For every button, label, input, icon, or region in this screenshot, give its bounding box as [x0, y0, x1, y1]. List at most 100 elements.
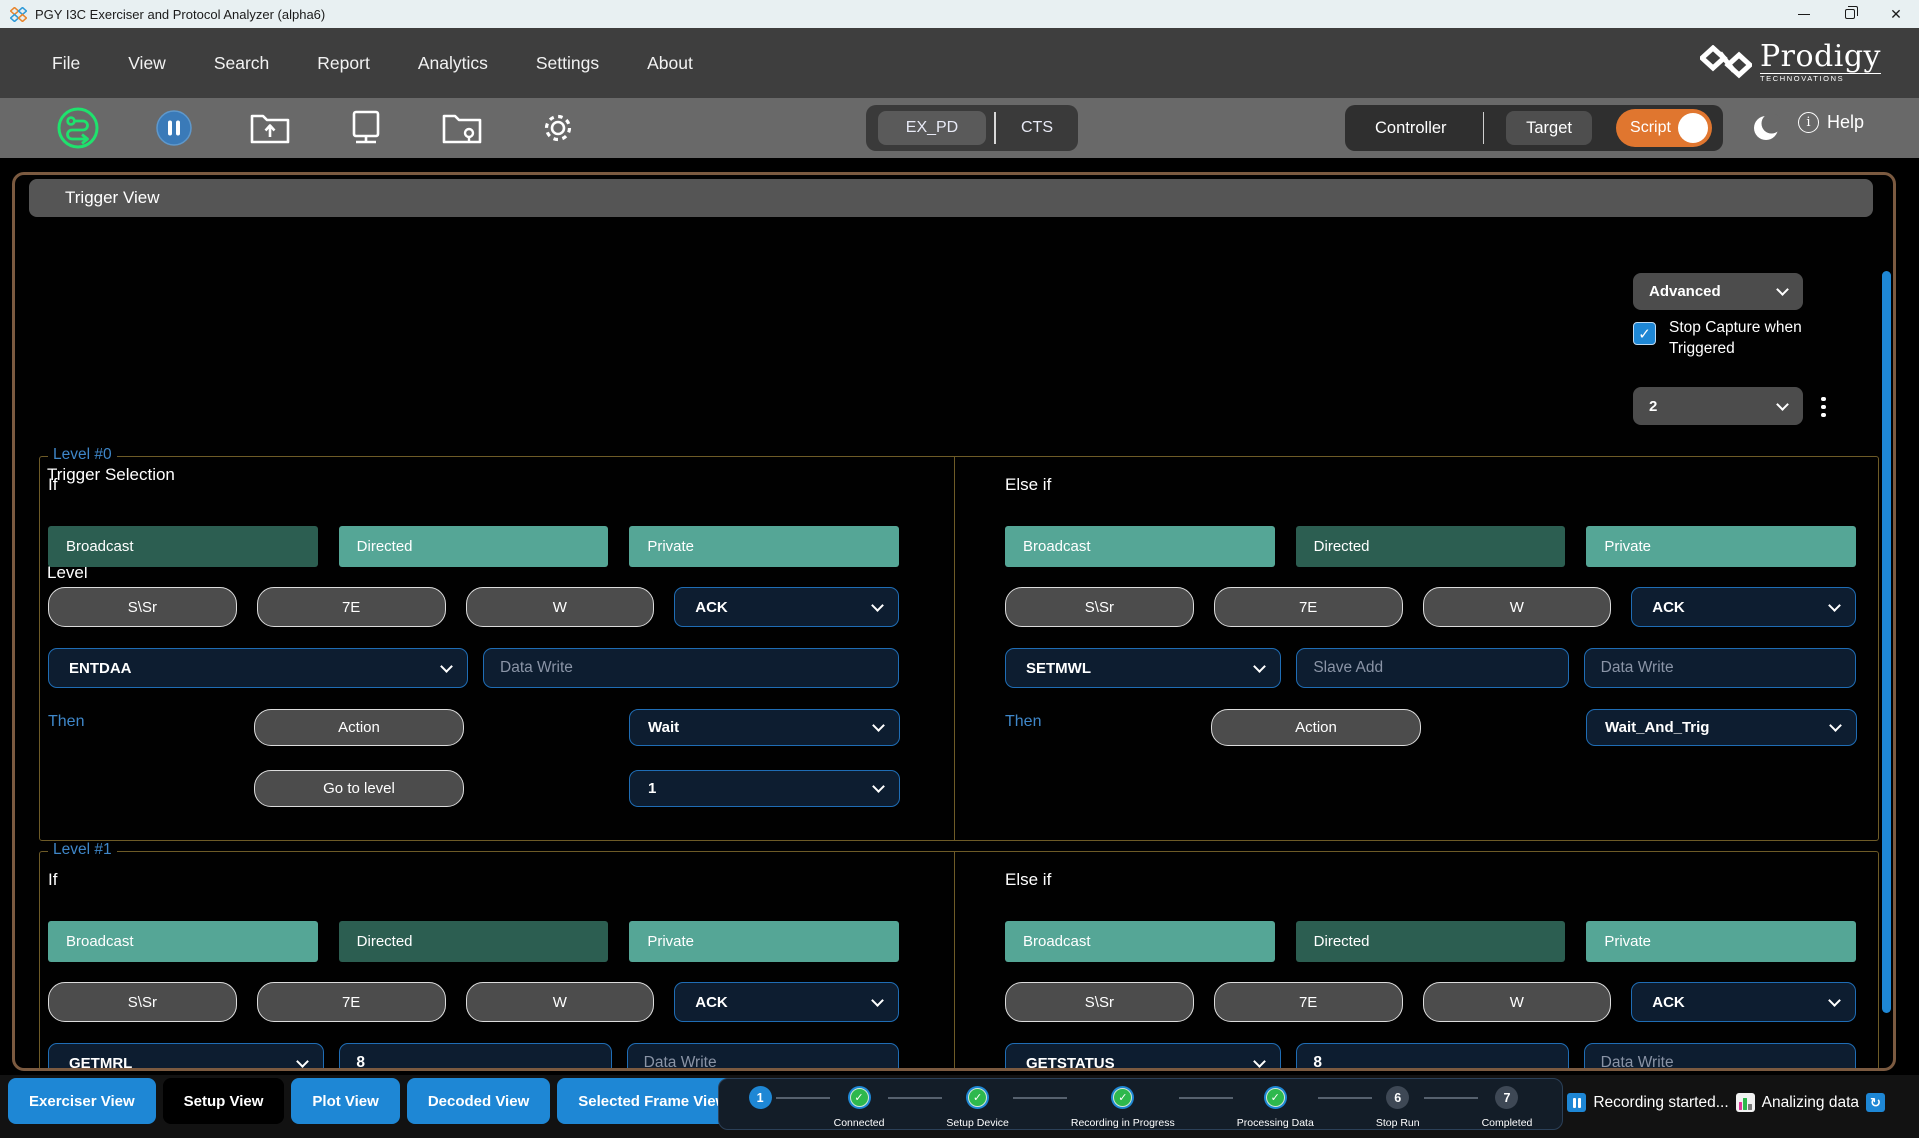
step-connector: [1318, 1097, 1372, 1099]
value-input[interactable]: 8: [1296, 1043, 1568, 1071]
stop-capture-checkbox[interactable]: ✓: [1633, 322, 1656, 345]
ccc-command-dropdown[interactable]: ENTDAA: [48, 648, 468, 688]
frame-type-broadcast-button[interactable]: Broadcast: [1005, 526, 1275, 567]
frame-type-private-button[interactable]: Private: [1586, 921, 1856, 962]
else-if-column: Else ifBroadcastDirectedPrivateS\Sr7EWAC…: [1005, 852, 1856, 1071]
info-icon: i: [1798, 112, 1819, 133]
chip-button[interactable]: W: [466, 587, 655, 627]
action-button[interactable]: Action: [1211, 709, 1421, 746]
chip-button[interactable]: 7E: [257, 982, 446, 1022]
action-button[interactable]: Action: [254, 709, 464, 746]
frame-type-directed-button[interactable]: Directed: [339, 526, 609, 567]
menu-item-search[interactable]: Search: [214, 45, 269, 82]
folder-upload-icon[interactable]: [247, 105, 293, 151]
chip-button[interactable]: 7E: [257, 587, 446, 627]
menu-item-about[interactable]: About: [647, 45, 693, 82]
value-input[interactable]: Data Write: [1584, 1043, 1856, 1071]
frame-type-directed-button[interactable]: Directed: [1296, 526, 1566, 567]
brand-logo: Prodigy TECHNOVATIONS: [1700, 42, 1881, 83]
value-input[interactable]: Data Write: [483, 648, 899, 688]
condition-label: If: [48, 475, 57, 495]
frame-type-directed-button[interactable]: Directed: [1296, 921, 1566, 962]
go-to-level-button[interactable]: Go to level: [254, 770, 464, 807]
value-input[interactable]: Data Write: [627, 1043, 899, 1071]
step-check-icon: ✓: [966, 1086, 989, 1109]
then-action-dropdown[interactable]: 1: [629, 770, 900, 807]
tab-plot-view[interactable]: Plot View: [291, 1078, 399, 1124]
frame-type-broadcast-button[interactable]: Broadcast: [48, 526, 318, 567]
brand-name: Prodigy: [1760, 42, 1881, 72]
value-input[interactable]: 8: [339, 1043, 611, 1071]
chevron-down-icon: [1776, 283, 1789, 296]
chevron-down-icon: [1253, 660, 1266, 673]
tab-exerciser-view[interactable]: Exerciser View: [8, 1078, 156, 1124]
controller-label[interactable]: Controller: [1375, 119, 1447, 138]
recording-pause-icon[interactable]: [1567, 1093, 1586, 1112]
then-action-dropdown[interactable]: Wait_And_Trig: [1586, 709, 1857, 746]
tab-ex-pd[interactable]: EX_PD: [878, 111, 986, 145]
mode-tab-group: EX_PD CTS: [866, 105, 1078, 151]
condition-label: Else if: [1005, 475, 1051, 495]
minimize-button[interactable]: [1781, 0, 1827, 28]
brand-tagline: TECHNOVATIONS: [1760, 73, 1881, 83]
close-button[interactable]: ✕: [1873, 0, 1919, 28]
frame-type-row: Broadcast Directed Private: [1005, 921, 1856, 962]
level-options-kebab-icon[interactable]: [1821, 395, 1826, 419]
gear-icon[interactable]: [535, 105, 581, 151]
menu-item-analytics[interactable]: Analytics: [418, 45, 488, 82]
target-button[interactable]: Target: [1506, 111, 1592, 145]
frame-type-broadcast-button[interactable]: Broadcast: [1005, 921, 1275, 962]
ack-dropdown[interactable]: ACK: [674, 587, 899, 627]
frame-type-private-button[interactable]: Private: [1586, 526, 1856, 567]
level-dropdown[interactable]: 2: [1633, 387, 1803, 425]
ccc-command-dropdown[interactable]: SETMWL: [1005, 648, 1281, 688]
dark-mode-icon[interactable]: [1752, 114, 1780, 147]
recording-status-text: Recording started...: [1593, 1094, 1728, 1112]
level-section: Level #0IfBroadcastDirectedPrivateS\Sr7E…: [39, 456, 1879, 841]
frame-type-private-button[interactable]: Private: [629, 526, 899, 567]
value-input[interactable]: Slave Add: [1296, 648, 1568, 688]
frame-type-directed-button[interactable]: Directed: [339, 921, 609, 962]
step-connector: [888, 1097, 942, 1099]
help-button[interactable]: i Help: [1798, 112, 1864, 133]
pause-icon[interactable]: [151, 105, 197, 151]
chip-button[interactable]: 7E: [1214, 587, 1403, 627]
ack-dropdown[interactable]: ACK: [674, 982, 899, 1022]
chip-button[interactable]: S\Sr: [1005, 587, 1194, 627]
folder-pin-icon[interactable]: [439, 105, 485, 151]
chip-button[interactable]: S\Sr: [48, 587, 237, 627]
value-input[interactable]: Data Write: [1584, 648, 1856, 688]
frame-type-private-button[interactable]: Private: [629, 921, 899, 962]
menu-item-report[interactable]: Report: [317, 45, 370, 82]
chip-button[interactable]: 7E: [1214, 982, 1403, 1022]
ack-dropdown[interactable]: ACK: [1631, 587, 1856, 627]
run-icon[interactable]: [55, 105, 101, 151]
menu-item-settings[interactable]: Settings: [536, 45, 599, 82]
chip-row: S\Sr 7E W ACK: [1005, 982, 1856, 1022]
step-label: Recording in Progress: [1071, 1117, 1175, 1129]
then-action-dropdown[interactable]: Wait: [629, 709, 900, 746]
chip-button[interactable]: W: [466, 982, 655, 1022]
condition-label: If: [48, 870, 57, 890]
ccc-command-dropdown[interactable]: GETMRL: [48, 1043, 324, 1071]
tab-setup-view[interactable]: Setup View: [163, 1078, 285, 1124]
frame-type-broadcast-button[interactable]: Broadcast: [48, 921, 318, 962]
sync-icon[interactable]: ↻: [1866, 1093, 1885, 1112]
trigger-mode-dropdown[interactable]: Advanced: [1633, 273, 1803, 310]
script-toggle[interactable]: Script: [1616, 109, 1712, 147]
chip-button[interactable]: S\Sr: [1005, 982, 1194, 1022]
tab-cts[interactable]: CTS: [996, 119, 1078, 137]
maximize-button[interactable]: [1827, 0, 1873, 28]
chip-button[interactable]: W: [1423, 982, 1612, 1022]
ccc-command-dropdown[interactable]: GETSTATUS: [1005, 1043, 1281, 1071]
menu-item-file[interactable]: File: [52, 45, 80, 82]
chip-button[interactable]: W: [1423, 587, 1612, 627]
vertical-scrollbar[interactable]: [1882, 271, 1891, 1013]
role-switch-group: Controller Target Script: [1345, 105, 1723, 151]
monitor-icon[interactable]: [343, 105, 389, 151]
tab-decoded-view[interactable]: Decoded View: [407, 1078, 550, 1124]
chip-button[interactable]: S\Sr: [48, 982, 237, 1022]
ack-dropdown[interactable]: ACK: [1631, 982, 1856, 1022]
menu-item-view[interactable]: View: [128, 45, 166, 82]
status-area: Recording started... Analizing data ↻: [1567, 1093, 1885, 1112]
